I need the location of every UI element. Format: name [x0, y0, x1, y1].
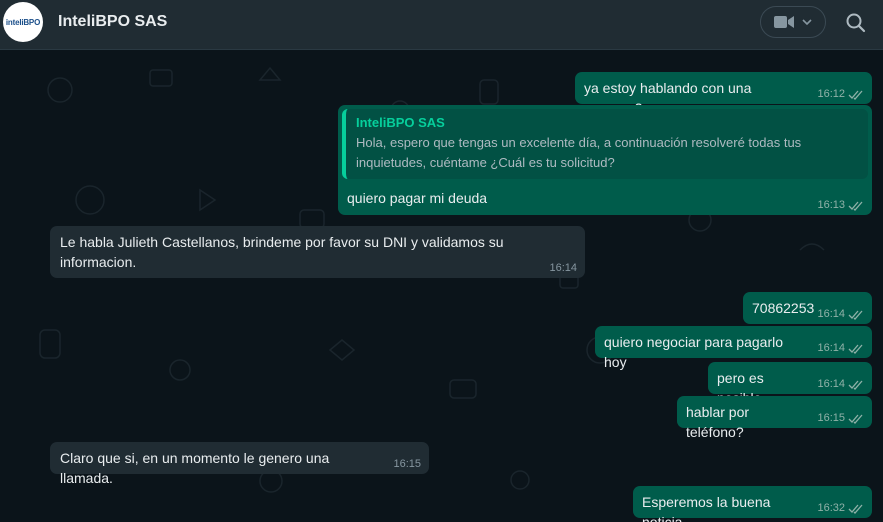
- message-list[interactable]: ya estoy hablando con una persona? 16:12…: [0, 50, 883, 522]
- message-time: 16:15: [393, 458, 421, 470]
- message-time: 16:14: [817, 308, 845, 320]
- message-meta: 16:12: [817, 89, 864, 100]
- message-meta: 16:14: [549, 263, 577, 274]
- outgoing-message[interactable]: hablar por teléfono? 16:15: [677, 396, 872, 440]
- read-ticks-icon: [848, 310, 863, 320]
- outgoing-message[interactable]: Esperemos la buena noticia 16:32: [633, 486, 872, 522]
- search-button[interactable]: [843, 10, 869, 36]
- message-text: quiero pagar mi deuda: [347, 190, 488, 206]
- message-meta: 16:32: [817, 503, 864, 514]
- chat-header: inteliBPO InteliBPO SAS: [0, 0, 883, 50]
- message-time: 16:14: [817, 342, 845, 354]
- message-meta: 16:14: [817, 309, 864, 320]
- message-time: 16:12: [817, 88, 845, 100]
- outgoing-message[interactable]: 70862253 16:14: [743, 292, 872, 324]
- message-time: 16:32: [817, 502, 845, 514]
- message-meta: 16:15: [817, 413, 864, 424]
- message-meta: 16:14: [817, 343, 864, 354]
- message-time: 16:15: [817, 412, 845, 424]
- read-ticks-icon: [848, 90, 863, 100]
- chat-title[interactable]: InteliBPO SAS: [58, 13, 167, 31]
- quoted-text: Hola, espero que tengas un excelente día…: [356, 135, 802, 170]
- read-ticks-icon: [848, 380, 863, 390]
- outgoing-message[interactable]: pero es posible 16:14: [708, 362, 872, 406]
- incoming-message[interactable]: Claro que si, en un momento le genero un…: [50, 442, 429, 486]
- chevron-down-icon: [802, 19, 812, 25]
- message-meta: 16:13: [817, 200, 864, 211]
- quoted-message[interactable]: InteliBPO SAS Hola, espero que tengas un…: [342, 109, 868, 179]
- message-text: Le habla Julieth Castellanos, brindeme p…: [60, 234, 504, 270]
- read-ticks-icon: [848, 504, 863, 514]
- message-time: 16:13: [817, 199, 845, 211]
- message-meta: 16:15: [393, 459, 421, 470]
- read-ticks-icon: [848, 344, 863, 354]
- message-text: Esperemos la buena noticia: [642, 494, 771, 522]
- avatar[interactable]: inteliBPO: [3, 2, 43, 42]
- message-time: 16:14: [817, 378, 845, 390]
- search-icon: [846, 13, 866, 33]
- message-text: Claro que si, en un momento le genero un…: [60, 450, 330, 486]
- video-camera-icon: [774, 16, 794, 28]
- video-call-button[interactable]: [760, 6, 826, 38]
- read-ticks-icon: [848, 414, 863, 424]
- outgoing-message-with-reply[interactable]: InteliBPO SAS Hola, espero que tengas un…: [338, 105, 872, 215]
- incoming-message[interactable]: Le habla Julieth Castellanos, brindeme p…: [50, 226, 585, 278]
- message-text: 70862253: [752, 300, 815, 316]
- outgoing-message[interactable]: ya estoy hablando con una persona? 16:12: [575, 72, 872, 116]
- quoted-author: InteliBPO SAS: [356, 115, 445, 130]
- avatar-logo: inteliBPO: [5, 17, 41, 27]
- read-ticks-icon: [848, 201, 863, 211]
- outgoing-message[interactable]: quiero negociar para pagarlo hoy 16:14: [595, 326, 872, 370]
- message-text: hablar por teléfono?: [686, 404, 750, 440]
- message-time: 16:14: [549, 262, 577, 274]
- message-meta: 16:14: [817, 379, 864, 390]
